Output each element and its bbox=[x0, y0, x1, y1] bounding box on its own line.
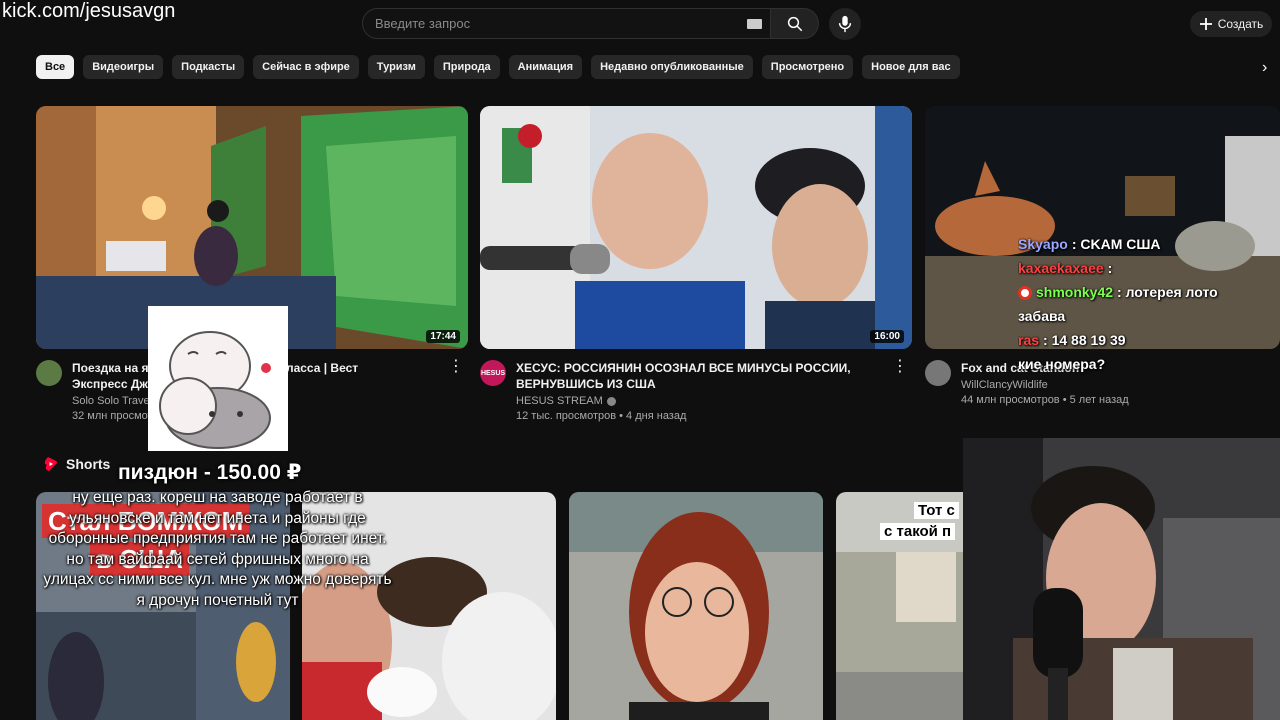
chip-live[interactable]: Сейчас в эфире bbox=[253, 55, 359, 79]
video-stats: 44 млн просмотров • 5 лет назад bbox=[961, 394, 1129, 406]
short-overlay-text: Тот с bbox=[914, 502, 959, 519]
chat-message: Skyapo: CKAM США bbox=[1018, 232, 1274, 256]
more-options-icon[interactable]: ⋮ bbox=[892, 359, 908, 375]
create-label: Создать bbox=[1217, 17, 1264, 31]
verified-icon bbox=[606, 396, 616, 406]
chat-text: кие номера? bbox=[1018, 356, 1106, 372]
video-duration: 17:44 bbox=[426, 330, 460, 343]
short-overlay-text: с такой п bbox=[880, 523, 956, 540]
voice-search-button[interactable] bbox=[829, 8, 861, 40]
shorts-icon bbox=[44, 457, 57, 471]
chat-text: : CKAM США bbox=[1071, 236, 1161, 252]
chat-username: kaxaekaxaee bbox=[1018, 260, 1104, 276]
chip-watched[interactable]: Просмотрено bbox=[761, 55, 854, 79]
video-title[interactable]: ХЕСУС: РОССИЯНИН ОСОЗНАЛ ВСЕ МИНУСЫ РОСС… bbox=[516, 360, 886, 392]
stream-watermark: kick.com/jesusavgn bbox=[2, 0, 176, 22]
chat-username: ras bbox=[1018, 332, 1040, 348]
chip-nature[interactable]: Природа bbox=[433, 55, 500, 79]
search-bar bbox=[362, 8, 819, 39]
channel-avatar[interactable] bbox=[925, 360, 951, 386]
video-title-part: ВЕРНУВШИСЬ ИЗ США bbox=[516, 377, 656, 391]
video-duration: 16:00 bbox=[870, 330, 904, 343]
chip-new-for-you[interactable]: Новое для вас bbox=[862, 55, 960, 79]
category-chips: Все Видеоигры Подкасты Сейчас в эфире Ту… bbox=[36, 55, 960, 79]
more-options-icon[interactable]: ⋮ bbox=[448, 359, 464, 375]
video-title-part: Экспресс Дж bbox=[72, 377, 148, 391]
chat-message: ras: 14 88 19 39 bbox=[1018, 328, 1274, 352]
video-title-part: Поездка на я bbox=[72, 361, 149, 375]
shorts-label: Shorts bbox=[66, 456, 111, 472]
chat-text: : 14 88 19 39 bbox=[1043, 332, 1126, 348]
short-card[interactable] bbox=[569, 492, 823, 720]
plus-icon bbox=[1199, 18, 1212, 30]
chip-tourism[interactable]: Туризм bbox=[367, 55, 425, 79]
short-card[interactable]: Тот с с такой п bbox=[836, 492, 976, 720]
channel-avatar[interactable] bbox=[36, 360, 62, 386]
chip-animation[interactable]: Анимация bbox=[508, 55, 583, 79]
channel-name[interactable]: WillClancyWildlife bbox=[961, 379, 1261, 391]
video-card[interactable]: 16:00 HESUS ХЕСУС: РОССИЯНИН ОСОЗНАЛ ВСЕ… bbox=[480, 106, 912, 422]
streamer-webcam bbox=[963, 438, 1280, 720]
search-field-wrapper[interactable] bbox=[362, 8, 771, 39]
video-stats: 12 тыс. просмотров • 4 дня назад bbox=[516, 410, 687, 422]
video-title-part: ХЕСУС: РОССИЯНИН ОСОЗНАЛ ВСЕ МИНУСЫ РОСС… bbox=[516, 361, 851, 375]
chat-text: : лотерея лото bbox=[1117, 284, 1218, 300]
search-button[interactable] bbox=[771, 8, 819, 39]
create-button[interactable]: Создать bbox=[1190, 11, 1272, 37]
stream-chat: Skyapo: CKAM США kaxaekaxaee: shmonky42:… bbox=[1018, 232, 1274, 376]
search-icon bbox=[787, 16, 802, 31]
chat-message: shmonky42: лотерея лото bbox=[1018, 280, 1274, 304]
channel-avatar[interactable]: HESUS bbox=[480, 360, 506, 386]
channel-name-text: HESUS STREAM bbox=[516, 395, 603, 407]
microphone-icon bbox=[838, 15, 852, 33]
chat-message: kaxaekaxaee: bbox=[1018, 256, 1274, 280]
video-thumbnail[interactable]: 16:00 bbox=[480, 106, 912, 349]
chat-text: : bbox=[1107, 260, 1113, 276]
chat-message: забава bbox=[1018, 304, 1274, 328]
cat-sticker-image bbox=[148, 306, 288, 451]
chip-all[interactable]: Все bbox=[36, 55, 75, 79]
chip-podcasts[interactable]: Подкасты bbox=[172, 55, 245, 79]
short-thumbnail-image bbox=[569, 492, 823, 720]
chip-recently-uploaded[interactable]: Недавно опубликованные bbox=[591, 55, 753, 79]
donation-message: ну еще раз. кореш на заводе работает в у… bbox=[43, 489, 392, 609]
chip-videogames[interactable]: Видеоигры bbox=[83, 55, 164, 79]
donation-title: пиздюн - 150.00 ₽ bbox=[118, 461, 302, 484]
stream-thumbnail-image bbox=[480, 106, 912, 349]
channel-name[interactable]: HESUS STREAM bbox=[516, 395, 886, 407]
search-input[interactable] bbox=[375, 16, 715, 31]
badge-icon bbox=[1018, 286, 1032, 301]
chat-message: кие номера? bbox=[1018, 352, 1274, 376]
chat-username: Skyapo bbox=[1018, 236, 1068, 252]
chat-text: забава bbox=[1018, 308, 1066, 324]
chat-username: shmonky42 bbox=[1036, 284, 1114, 300]
shorts-section-header: Shorts bbox=[44, 456, 110, 472]
keyboard-icon[interactable] bbox=[747, 19, 762, 29]
chevron-right-icon[interactable]: › bbox=[1262, 59, 1276, 76]
